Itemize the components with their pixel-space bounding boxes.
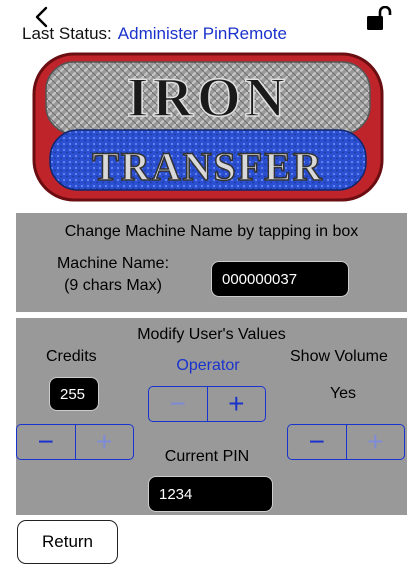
machine-name-panel: Change Machine Name by tapping in box Ma… (16, 213, 407, 312)
machine-name-panel-title: Change Machine Name by tapping in box (64, 223, 359, 240)
iron-transfer-logo: IRON TRANSFER (32, 52, 384, 202)
machine-name-label-line2: (9 chars Max) (64, 277, 162, 294)
status-value: Administer PinRemote (117, 24, 287, 43)
show-volume-increment-button[interactable]: + (347, 425, 405, 459)
status-label: Last Status: (22, 24, 112, 43)
user-values-panel-title: Modify User's Values (137, 326, 286, 343)
operator-increment-button[interactable]: + (208, 387, 266, 421)
credits-stepper: − + (16, 424, 134, 460)
return-button[interactable]: Return (17, 520, 118, 564)
status-line: Last Status: Administer PinRemote (22, 24, 287, 44)
credits-decrement-button[interactable]: − (17, 425, 76, 459)
unlocked-padlock-icon[interactable] (366, 6, 392, 32)
credits-label: Credits (46, 348, 97, 365)
show-volume-value: Yes (329, 385, 357, 402)
show-volume-decrement-button[interactable]: − (288, 425, 347, 459)
credits-increment-button[interactable]: + (76, 425, 134, 459)
user-values-panel: Modify User's Values Credits 255 − + Ope… (16, 318, 407, 515)
operator-stepper: − + (148, 386, 266, 422)
machine-name-field[interactable]: 000000037 (211, 261, 349, 297)
machine-name-label-line1: Machine Name: (56, 255, 170, 272)
logo-text-transfer: TRANSFER (92, 144, 324, 189)
show-volume-label: Show Volume (290, 348, 388, 365)
machine-name-label: Machine Name: (9 chars Max) (38, 253, 188, 297)
current-pin-label: Current PIN (164, 448, 250, 465)
show-volume-stepper: − + (287, 424, 405, 460)
operator-decrement-button[interactable]: − (149, 387, 208, 421)
current-pin-field[interactable]: 1234 (148, 476, 273, 512)
operator-label: Operator (176, 357, 240, 374)
credits-field[interactable]: 255 (49, 377, 99, 411)
logo-text-iron: IRON (127, 67, 289, 129)
